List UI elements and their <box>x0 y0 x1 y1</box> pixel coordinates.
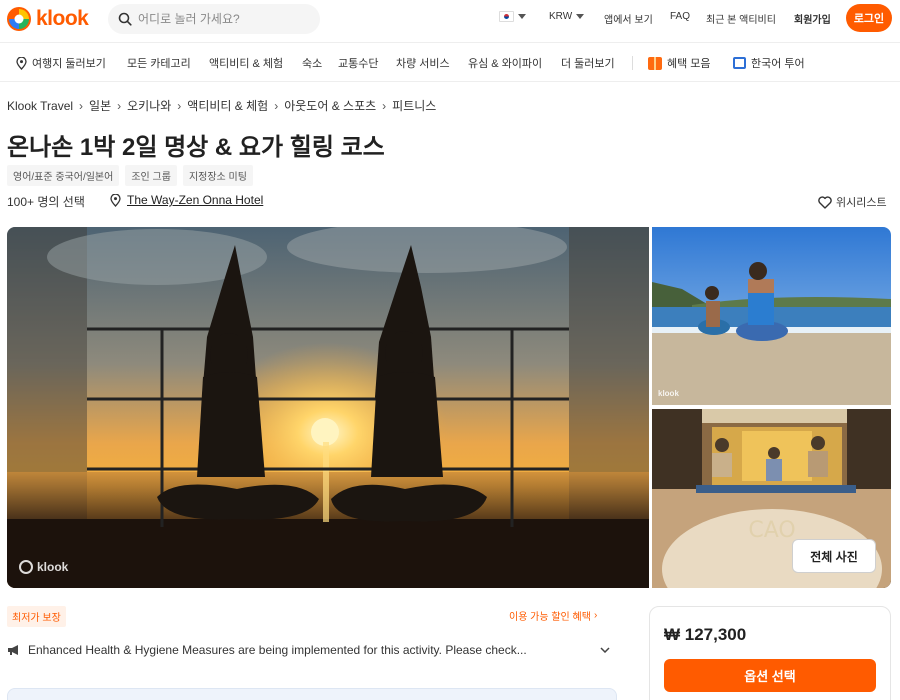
beach-photo[interactable]: klook <box>652 227 891 405</box>
tag-language: 영어/표준 중국어/일본어 <box>7 165 120 186</box>
breadcrumb: Klook Travel › 일본 › 오키나와 › 액티비티 & 체험 › 아… <box>7 97 436 114</box>
breadcrumb-item[interactable]: 액티비티 & 체험 <box>187 97 268 114</box>
beach-meditation-photo <box>652 227 891 405</box>
nav-label: 여행지 둘러보기 <box>32 58 106 70</box>
nav-item-categories[interactable]: 모든 카테고리 <box>127 55 191 71</box>
search-bar[interactable] <box>108 4 320 34</box>
chevron-right-icon: › <box>117 98 122 113</box>
discount-label: 이용 가능 할인 혜택 <box>509 612 591 623</box>
breadcrumb-item[interactable]: 오키나와 <box>127 97 171 114</box>
klook-logo[interactable]: klook <box>6 6 89 32</box>
korea-flag-icon <box>499 11 514 22</box>
currency-label: KRW <box>549 11 573 22</box>
tag-meeting: 지정장소 미팅 <box>182 165 253 186</box>
search-input[interactable] <box>138 12 308 26</box>
price-label: ₩ 127,300 <box>664 625 747 644</box>
svg-text:CAO: CAO <box>748 518 795 543</box>
logo-text: klook <box>36 7 89 30</box>
chevron-down-icon <box>518 14 526 19</box>
tag-group: 조인 그룹 <box>125 165 177 186</box>
breadcrumb-item[interactable]: 아웃도어 & 스포츠 <box>284 97 376 114</box>
watermark-text: klook <box>37 560 69 574</box>
nav-item-destinations[interactable]: 여행지 둘러보기 <box>16 55 106 71</box>
activity-tags: 영어/표준 중국어/일본어 조인 그룹 지정장소 미팅 <box>7 165 253 186</box>
discount-link[interactable]: 이용 가능 할인 혜택 › <box>509 608 597 623</box>
nav-item-stays[interactable]: 숙소 <box>302 55 322 71</box>
studio-photo[interactable]: CAO 전체 사진 <box>652 409 891 588</box>
notice-text: Enhanced Health & Hygiene Measures are b… <box>28 643 527 657</box>
gift-icon <box>648 56 662 70</box>
heart-icon <box>818 195 832 209</box>
recent-activities-link[interactable]: 최근 본 액티비티 <box>706 11 776 26</box>
klook-logo-icon <box>19 560 33 574</box>
category-nav: 여행지 둘러보기 모든 카테고리 액티비티 & 체험 숙소 교통수단 차량 서비… <box>0 42 900 82</box>
klook-logo-icon <box>7 7 31 31</box>
nav-label: 한국어 투어 <box>751 58 805 70</box>
nav-item-activities[interactable]: 액티비티 & 체험 <box>209 55 283 71</box>
watermark-text: klook <box>658 389 679 398</box>
booked-count: 100+ 명의 선택 <box>7 195 85 209</box>
klook-watermark: klook <box>19 560 68 574</box>
tour-guide-icon <box>733 57 746 69</box>
view-all-photos-button[interactable]: 전체 사진 <box>792 539 876 573</box>
login-button[interactable]: 로그인 <box>846 4 892 32</box>
nav-item-more[interactable]: 더 둘러보기 <box>561 55 615 71</box>
info-panel <box>7 688 617 700</box>
signup-link[interactable]: 회원가입 <box>794 11 831 26</box>
breadcrumb-item[interactable]: Klook Travel <box>7 99 73 113</box>
megaphone-icon <box>8 645 18 655</box>
hygiene-notice[interactable]: Enhanced Health & Hygiene Measures are b… <box>7 643 617 657</box>
search-icon <box>118 12 132 26</box>
top-header: klook KRW 앱에서 보기 FAQ 최근 본 액티비티 회원가입 로그인 <box>0 0 900 38</box>
best-price-badge: 최저가 보장 <box>7 606 66 627</box>
breadcrumb-item[interactable]: 피트니스 <box>392 97 436 114</box>
nav-item-transport[interactable]: 교통수단 <box>338 55 378 71</box>
chevron-right-icon: › <box>274 98 279 113</box>
faq-link[interactable]: FAQ <box>670 11 690 22</box>
select-options-button[interactable]: 옵션 선택 <box>664 659 876 692</box>
chevron-right-icon: › <box>79 98 84 113</box>
hotel-name[interactable]: The Way-Zen Onna Hotel <box>127 193 263 207</box>
nav-divider <box>632 56 633 70</box>
location-pin-icon <box>110 193 121 207</box>
chevron-down-icon <box>576 14 585 19</box>
wishlist-button[interactable]: 위시리스트 <box>818 194 887 210</box>
app-link[interactable]: 앱에서 보기 <box>604 11 653 26</box>
chevron-down-icon <box>600 647 610 653</box>
yoga-sunset-photo <box>7 227 649 588</box>
currency-selector[interactable]: KRW <box>549 11 585 22</box>
breadcrumb-item[interactable]: 일본 <box>89 97 111 114</box>
nav-item-car-service[interactable]: 차량 서비스 <box>396 55 450 71</box>
main-photo[interactable]: klook <box>7 227 649 588</box>
language-selector[interactable] <box>499 11 526 22</box>
nav-item-korean-tour[interactable]: 한국어 투어 <box>733 55 805 71</box>
klook-watermark: klook <box>658 389 679 398</box>
booking-card: ₩ 127,300 옵션 선택 <box>649 606 891 700</box>
nav-item-deals[interactable]: 혜택 모음 <box>648 55 711 71</box>
nav-label: 혜택 모음 <box>667 58 711 70</box>
chevron-right-icon: › <box>593 610 598 621</box>
location-link[interactable]: The Way-Zen Onna Hotel <box>110 193 263 207</box>
chevron-right-icon: › <box>382 98 387 113</box>
nav-item-sim-wifi[interactable]: 유심 & 와이파이 <box>468 55 542 71</box>
location-pin-icon <box>16 56 27 70</box>
chevron-right-icon: › <box>177 98 182 113</box>
wishlist-label: 위시리스트 <box>836 197 887 209</box>
page-title: 온나손 1박 2일 명상 & 요가 힐링 코스 <box>7 134 385 161</box>
